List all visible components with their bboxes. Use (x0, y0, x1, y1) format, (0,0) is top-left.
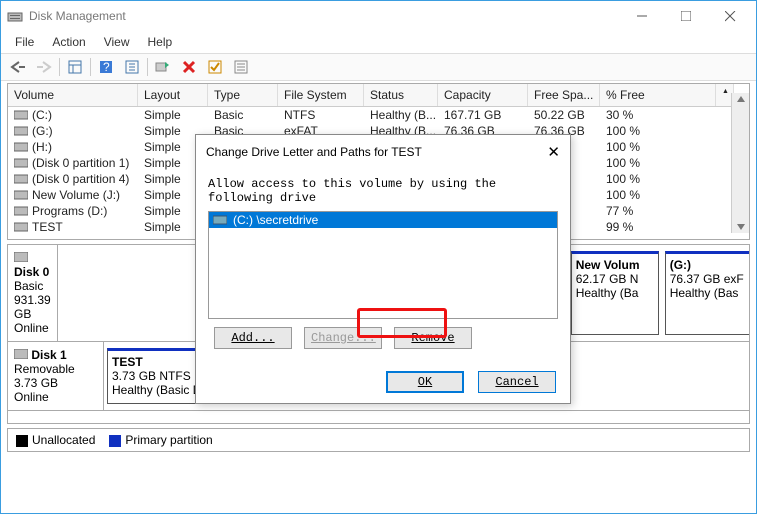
disk-info[interactable]: Disk 1Removable3.73 GBOnline (8, 342, 104, 410)
column-header-capacity[interactable]: Capacity (438, 84, 528, 106)
legend: Unallocated Primary partition (7, 428, 750, 452)
column-header-type[interactable]: Type (208, 84, 278, 106)
change-button[interactable]: Change... (304, 327, 382, 349)
toolbar-divider (59, 58, 60, 76)
back-button[interactable] (7, 57, 29, 77)
cell: Simple (138, 107, 208, 123)
cell: (H:) (8, 139, 138, 155)
partition[interactable]: (G:)76.37 GB exFHealthy (Bas (665, 251, 750, 335)
path-text: (C:) \secretdrive (233, 213, 318, 227)
column-header-layout[interactable]: Layout (138, 84, 208, 106)
cell: 100 % (600, 171, 716, 187)
app-icon (7, 8, 23, 24)
cell: Basic (208, 107, 278, 123)
minimize-button[interactable] (620, 2, 664, 30)
menu-file[interactable]: File (7, 33, 42, 51)
cell: 100 % (600, 187, 716, 203)
legend-unallocated: Unallocated (16, 433, 95, 447)
list-icon[interactable] (230, 57, 252, 77)
dialog-title: Change Drive Letter and Paths for TEST (206, 145, 547, 159)
cell: (C:) (8, 107, 138, 123)
column-header-free[interactable]: Free Spa... (528, 84, 600, 106)
toolbar: ? (1, 53, 756, 81)
cell: Healthy (B... (364, 107, 438, 123)
forward-button[interactable] (33, 57, 55, 77)
dialog-close-icon[interactable]: ✕ (547, 143, 560, 161)
remove-button[interactable]: Remove (394, 327, 472, 349)
menu-action[interactable]: Action (44, 33, 93, 51)
close-button[interactable] (708, 2, 752, 30)
delete-icon[interactable] (178, 57, 200, 77)
path-listbox[interactable]: (C:) \secretdrive (208, 211, 558, 319)
cell: (Disk 0 partition 1) (8, 155, 138, 171)
toolbar-divider (147, 58, 148, 76)
path-list-item[interactable]: (C:) \secretdrive (209, 212, 557, 228)
cell: (G:) (8, 123, 138, 139)
cancel-button[interactable]: Cancel (478, 371, 556, 393)
column-header-fs[interactable]: File System (278, 84, 364, 106)
toolbar-divider (90, 58, 91, 76)
svg-text:?: ? (103, 60, 110, 74)
dialog-instruction: Allow access to this volume by using the… (208, 177, 558, 205)
column-header-volume[interactable]: Volume (8, 84, 138, 106)
ok-button[interactable]: OK (386, 371, 464, 393)
column-header-pctfree[interactable]: % Free (600, 84, 716, 106)
cell: 99 % (600, 219, 716, 235)
legend-primary: Primary partition (109, 433, 212, 447)
cell: 77 % (600, 203, 716, 219)
cell: New Volume (J:) (8, 187, 138, 203)
column-header-status[interactable]: Status (364, 84, 438, 106)
cell: 100 % (600, 123, 716, 139)
menu-help[interactable]: Help (140, 33, 181, 51)
menu-view[interactable]: View (96, 33, 138, 51)
drive-icon (213, 215, 227, 225)
menubar: File Action View Help (1, 31, 756, 53)
table-row[interactable]: (C:)SimpleBasicNTFSHealthy (B...167.71 G… (8, 107, 749, 123)
partition[interactable]: New Volum62.17 GB NHealthy (Ba (571, 251, 659, 335)
titlebar: Disk Management (1, 1, 756, 31)
help-icon[interactable]: ? (95, 57, 117, 77)
table-header: VolumeLayoutTypeFile SystemStatusCapacit… (8, 84, 749, 107)
cell: 30 % (600, 107, 716, 123)
disk-info[interactable]: Disk 0Basic931.39 GBOnline (8, 245, 58, 341)
settings-icon[interactable] (121, 57, 143, 77)
refresh-icon[interactable] (152, 57, 174, 77)
cell: TEST (8, 219, 138, 235)
window-title: Disk Management (29, 9, 620, 23)
scrollbar[interactable] (731, 93, 749, 233)
cell: 100 % (600, 155, 716, 171)
add-button[interactable]: Add... (214, 327, 292, 349)
check-icon[interactable] (204, 57, 226, 77)
cell: (Disk 0 partition 4) (8, 171, 138, 187)
change-drive-letter-dialog: Change Drive Letter and Paths for TEST ✕… (195, 134, 571, 404)
cell: NTFS (278, 107, 364, 123)
cell: Programs (D:) (8, 203, 138, 219)
cell: 100 % (600, 139, 716, 155)
maximize-button[interactable] (664, 2, 708, 30)
cell: 50.22 GB (528, 107, 600, 123)
view-icon[interactable] (64, 57, 86, 77)
cell: 167.71 GB (438, 107, 528, 123)
